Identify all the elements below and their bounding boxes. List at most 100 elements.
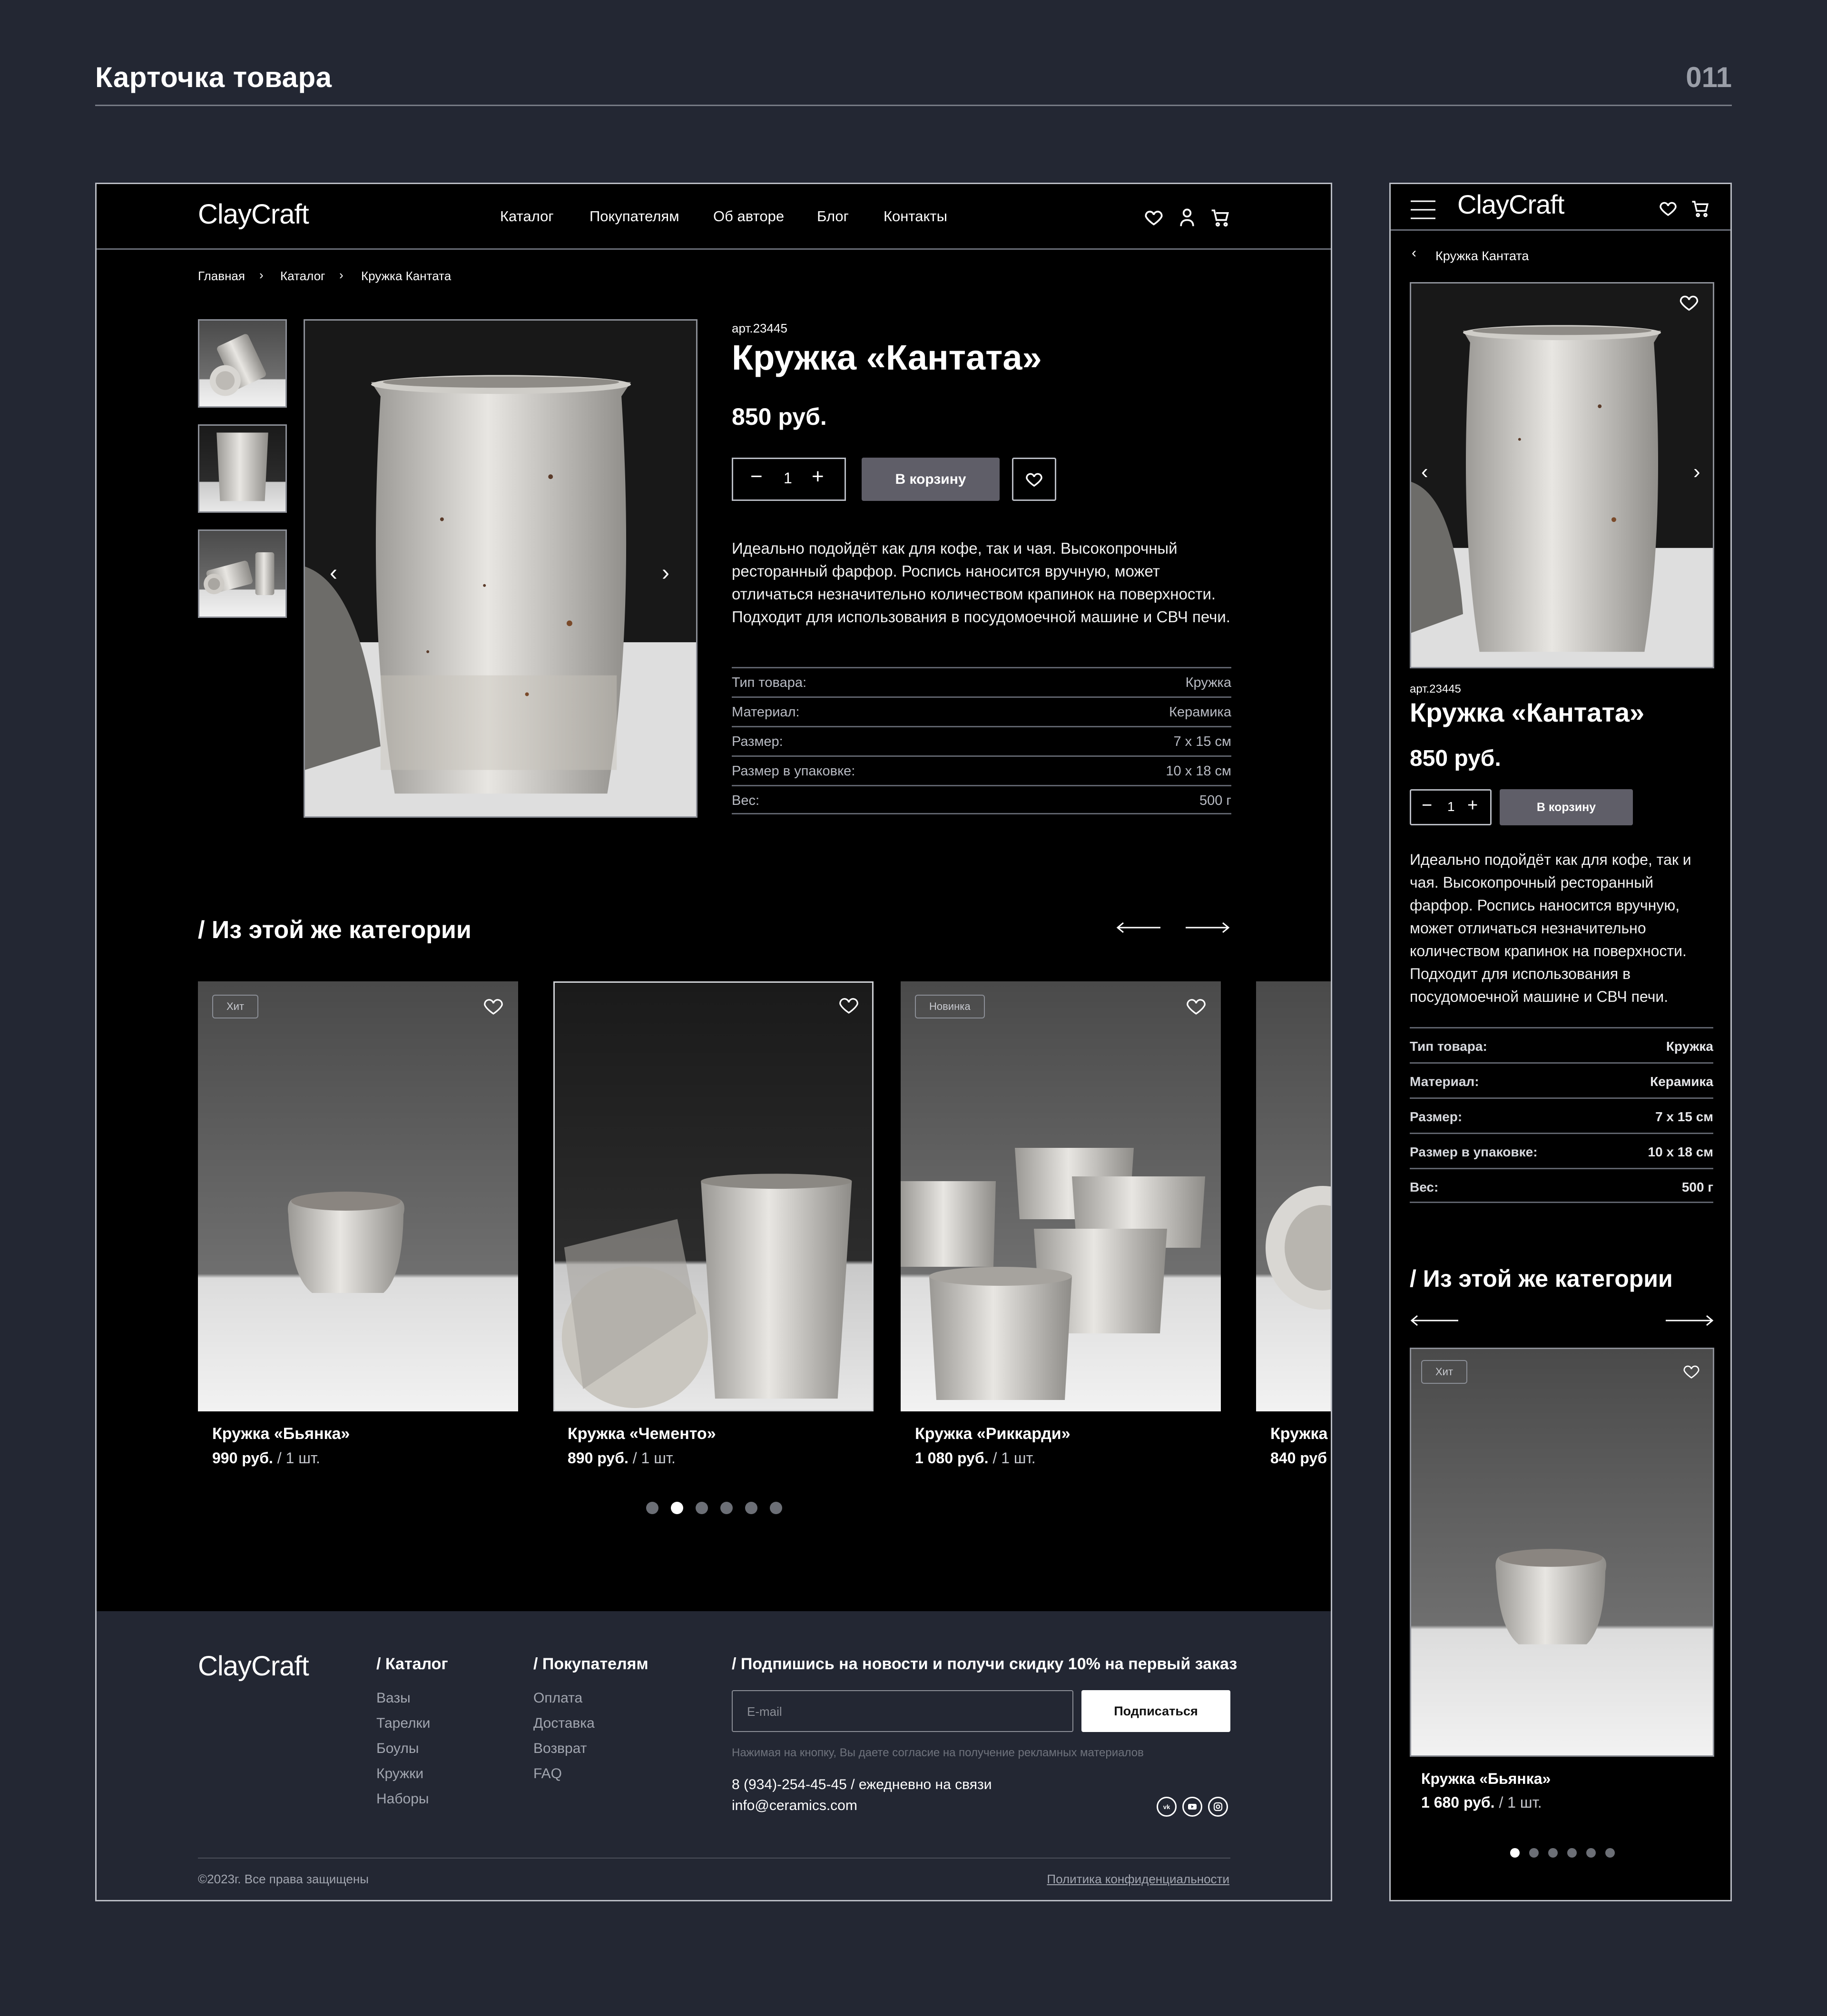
wishlist-button[interactable] — [1012, 458, 1056, 501]
badge-new: Новинка — [915, 995, 985, 1018]
footer-link[interactable]: Доставка — [533, 1715, 595, 1732]
user-icon[interactable] — [1177, 207, 1198, 228]
add-to-cart-button[interactable]: В корзину — [862, 458, 1000, 501]
chevron-right-icon[interactable]: › — [662, 560, 669, 586]
carousel-dot[interactable] — [1548, 1848, 1558, 1858]
spec-row: Вес: 500 г — [1410, 1168, 1713, 1203]
youtube-icon[interactable] — [1182, 1797, 1202, 1817]
footer-phone[interactable]: 8 (934)-254-45-45 / ежедневно на связи — [732, 1777, 992, 1793]
product-card-image[interactable] — [1256, 981, 1331, 1411]
carousel-dot[interactable] — [1529, 1848, 1539, 1858]
card-name[interactable]: Кружка «Чементо» — [568, 1425, 716, 1443]
product-price: 850 руб. — [732, 403, 827, 430]
chevron-right-icon: › — [339, 268, 344, 282]
spec-row: Материал: Керамика — [732, 696, 1231, 726]
quantity-stepper[interactable]: − 1 + — [1410, 789, 1492, 825]
nav-item-contacts[interactable]: Контакты — [884, 208, 947, 225]
chevron-right-icon[interactable]: › — [1693, 460, 1700, 484]
email-input[interactable]: E-mail — [732, 1690, 1073, 1732]
chevron-left-icon[interactable]: ‹ — [330, 560, 337, 586]
footer-link[interactable]: Боулы — [376, 1741, 419, 1757]
footer-link[interactable]: Вазы — [376, 1690, 411, 1706]
footer-link[interactable]: FAQ — [533, 1766, 562, 1782]
cart-icon[interactable] — [1690, 198, 1710, 218]
spec-row: Тип товара: Кружка — [732, 667, 1231, 696]
carousel-dot[interactable] — [1567, 1848, 1577, 1858]
footer-email[interactable]: info@ceramics.com — [732, 1798, 857, 1814]
spec-value: Керамика — [1650, 1074, 1713, 1089]
heart-icon[interactable] — [1678, 292, 1700, 313]
spec-value: Керамика — [1169, 705, 1231, 720]
carousel-dot[interactable] — [1586, 1848, 1596, 1858]
footer-link[interactable]: Кружки — [376, 1766, 423, 1782]
mobile-breadcrumb[interactable]: Кружка Кантата — [1435, 249, 1529, 264]
heart-icon[interactable] — [1143, 207, 1164, 228]
minus-icon[interactable]: − — [1422, 795, 1432, 816]
plus-icon[interactable]: + — [812, 465, 824, 489]
footer-logo[interactable]: ClayCraft — [198, 1650, 309, 1682]
subscribe-button[interactable]: Подписаться — [1081, 1690, 1230, 1732]
card-name[interactable]: Кружка «Риккарди» — [915, 1425, 1071, 1443]
logo[interactable]: ClayCraft — [198, 198, 309, 230]
nav-item-blog[interactable]: Блог — [817, 208, 849, 225]
chevron-left-icon[interactable]: ‹ — [1421, 460, 1428, 484]
spec-value: 500 г — [1199, 793, 1231, 808]
carousel-dot[interactable] — [646, 1502, 658, 1514]
spec-row: Размер в упаковке: 10 х 18 см — [1410, 1133, 1713, 1168]
spec-key: Вес: — [1410, 1180, 1439, 1194]
cart-icon[interactable] — [1210, 207, 1231, 228]
carousel-dot[interactable] — [1605, 1848, 1615, 1858]
carousel-dot[interactable] — [770, 1502, 782, 1514]
footer-link[interactable]: Наборы — [376, 1791, 429, 1807]
price-unit: / 1 шт. — [277, 1449, 320, 1467]
heart-icon[interactable] — [1682, 1362, 1701, 1381]
breadcrumb-catalog[interactable]: Каталог — [280, 269, 325, 284]
breadcrumb-home[interactable]: Главная — [198, 269, 245, 284]
heart-icon[interactable] — [837, 994, 860, 1017]
heart-icon[interactable] — [1658, 198, 1678, 218]
back-chevron-icon[interactable]: ‹ — [1412, 245, 1416, 261]
arrow-left-icon[interactable] — [1116, 920, 1161, 935]
spec-value: 500 г — [1681, 1180, 1713, 1194]
carousel-dot-active[interactable] — [1510, 1848, 1520, 1858]
plus-icon[interactable]: + — [1467, 795, 1478, 816]
minus-icon[interactable]: − — [750, 465, 763, 489]
carousel-dot[interactable] — [720, 1502, 733, 1514]
arrow-right-icon[interactable] — [1185, 920, 1230, 935]
card-name[interactable]: Кружка «Бьянка» — [212, 1425, 350, 1443]
nav-item-catalog[interactable]: Каталог — [500, 208, 554, 225]
carousel-dot[interactable] — [696, 1502, 708, 1514]
page-title: Карточка товара — [95, 61, 332, 93]
footer-link[interactable]: Возврат — [533, 1741, 587, 1757]
thumbnail-3[interactable] — [198, 529, 287, 618]
spec-row: Материал: Керамика — [1410, 1062, 1713, 1097]
heart-icon[interactable] — [1185, 995, 1208, 1018]
footer-link[interactable]: Оплата — [533, 1690, 582, 1706]
card-name[interactable]: Кружка — [1270, 1425, 1327, 1443]
nav-item-buyers[interactable]: Покупателям — [589, 208, 679, 225]
thumbnail-1[interactable] — [198, 319, 287, 408]
svg-text:vk: vk — [1163, 1803, 1170, 1810]
arrow-right-icon[interactable] — [1665, 1313, 1714, 1328]
carousel-dot[interactable] — [745, 1502, 757, 1514]
vk-icon[interactable]: vk — [1157, 1797, 1177, 1817]
menu-icon[interactable] — [1410, 199, 1436, 220]
spec-key: Вес: — [732, 793, 760, 808]
thumbnail-2[interactable] — [198, 424, 287, 513]
quantity-stepper[interactable]: − 1 + — [732, 458, 846, 501]
price-unit: / 1 шт. — [992, 1449, 1036, 1467]
nav-item-author[interactable]: Об авторе — [713, 208, 784, 225]
product-card-image[interactable] — [553, 981, 874, 1411]
logo[interactable]: ClayCraft — [1457, 189, 1564, 220]
card-name[interactable]: Кружка «Бьянка» — [1421, 1770, 1551, 1788]
instagram-icon[interactable] — [1208, 1797, 1228, 1817]
heart-icon[interactable] — [482, 995, 505, 1018]
add-to-cart-button[interactable]: В корзину — [1500, 789, 1633, 825]
footer-link[interactable]: Тарелки — [376, 1715, 430, 1732]
product-card-image[interactable] — [1410, 1348, 1714, 1757]
product-card-image[interactable] — [901, 981, 1221, 1411]
privacy-link[interactable]: Политика конфиденциальности — [1047, 1872, 1229, 1887]
product-card-image[interactable] — [198, 981, 518, 1411]
carousel-dot-active[interactable] — [671, 1502, 683, 1514]
arrow-left-icon[interactable] — [1410, 1313, 1459, 1328]
